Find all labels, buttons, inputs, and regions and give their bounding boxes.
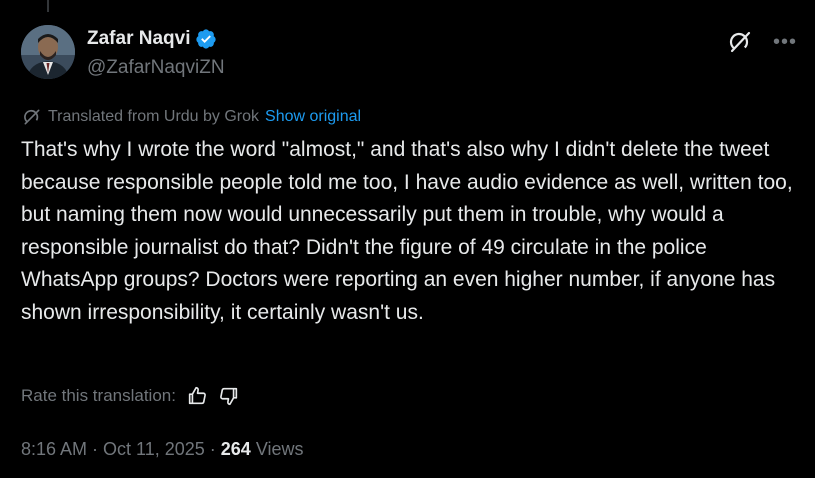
tweet-text: That's why I wrote the word "almost," an… [21, 138, 793, 324]
verified-badge-icon[interactable] [195, 28, 217, 50]
grok-button[interactable] [725, 27, 755, 57]
views-label: Views [255, 439, 304, 459]
author-handle[interactable]: @ZafarNaqviZN [87, 57, 225, 79]
more-icon: ••• [772, 31, 797, 53]
show-original-link[interactable]: Show original [265, 108, 361, 126]
avatar[interactable] [21, 25, 75, 79]
grok-icon [729, 31, 751, 53]
rate-translation-label: Rate this translation: [21, 386, 176, 405]
author-name[interactable]: Zafar Naqvi [87, 28, 190, 50]
tweet-time[interactable]: 8:16 AM [21, 439, 87, 460]
thread-connector-line [47, 0, 49, 12]
grok-icon [24, 109, 40, 125]
separator: · [92, 439, 99, 459]
more-options-button[interactable]: ••• [773, 32, 797, 52]
thumbs-up-icon[interactable] [186, 385, 208, 407]
translation-notice: Translated from Urdu by Grok [48, 108, 260, 125]
avatar-image [21, 25, 75, 79]
tweet-date[interactable]: Oct 11, 2025 [103, 439, 205, 460]
thumbs-down-icon[interactable] [218, 385, 240, 407]
separator: · [209, 439, 216, 459]
views-count: 264 [220, 439, 251, 459]
